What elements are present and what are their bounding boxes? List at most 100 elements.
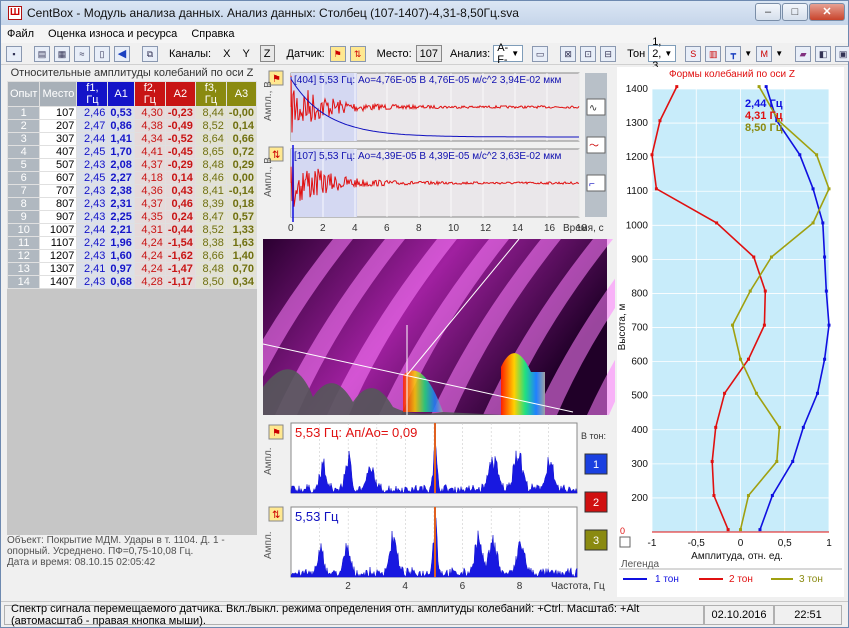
maximize-button[interactable]: □: [782, 3, 808, 21]
save-button[interactable]: ▪: [5, 45, 23, 63]
layout-button[interactable]: ◧: [814, 45, 832, 63]
col-f1[interactable]: f1, Гц: [76, 81, 109, 107]
row-a3: -0,00: [225, 106, 258, 120]
analysis-select[interactable]: A-F- ▼: [493, 42, 524, 66]
mode-bars-button[interactable]: ▥: [704, 45, 722, 63]
table-row[interactable]: 2 207 2,47 0,86 4,38 -0,49 8,52 0,14: [6, 119, 258, 133]
freq-tone-3: 8,50 Гц: [745, 122, 783, 134]
row-a3: 0,66: [225, 132, 258, 146]
tone-1-label: 1: [593, 459, 599, 471]
mode-shape-icon: S: [685, 45, 702, 62]
row-place: 1107: [39, 236, 78, 250]
channel-z-button[interactable]: Z: [259, 45, 275, 62]
table-row[interactable]: 7 707 2,43 2,38 4,36 0,43 8,41 -0,14: [6, 184, 258, 198]
col-f3[interactable]: f3, Гц: [194, 81, 227, 107]
zero-label: 0: [620, 526, 625, 536]
wave-view-button[interactable]: ≈: [73, 45, 91, 63]
mode-ytick: 700: [631, 323, 648, 334]
col-f2[interactable]: f2, Гц: [133, 81, 166, 107]
col-a1[interactable]: A1: [107, 81, 135, 107]
table-row[interactable]: 12 1207 2,43 1,60 4,24 -1,62 8,66 1,40: [6, 249, 258, 263]
row-experiment: 13: [6, 262, 41, 276]
channel-y-button[interactable]: Y: [242, 48, 249, 60]
mark-clear-button[interactable]: ⊟: [599, 45, 617, 63]
legend-tone-3: 3 тон: [799, 574, 823, 585]
table-row[interactable]: 14 1407 2,43 0,68 4,28 -1,17 8,50 0,34: [6, 275, 258, 289]
comment-button[interactable]: ▭: [531, 45, 549, 63]
tone-select[interactable]: 1, 2, 3 ▼: [648, 36, 677, 72]
menu-wear[interactable]: Оценка износа и ресурса: [48, 28, 177, 40]
col-place[interactable]: Место: [39, 81, 78, 107]
row-f3: 8,47: [194, 210, 227, 224]
row-f3: 8,44: [194, 106, 227, 120]
wave-icon: ≈: [74, 45, 90, 62]
row-f1: 2,43: [76, 197, 109, 211]
row-experiment: 6: [6, 171, 41, 185]
row-f2: 4,30: [133, 106, 166, 120]
mode-point: [723, 391, 727, 395]
mark-x-button[interactable]: ⊠: [559, 45, 577, 63]
mark-y-button[interactable]: ⊡: [579, 45, 597, 63]
minimize-button[interactable]: ‒: [755, 3, 781, 21]
row-a3: 0,57: [225, 210, 258, 224]
table-row[interactable]: 4 407 2,45 1,70 4,41 -0,45 8,65 0,72: [6, 145, 258, 159]
import-button[interactable]: ▤: [33, 45, 51, 63]
row-f1: 2,42: [76, 236, 109, 250]
svg-text:⚑: ⚑: [272, 428, 281, 439]
grid-button[interactable]: ▦: [53, 45, 71, 63]
mode-m-button[interactable]: M: [755, 45, 773, 63]
row-experiment: 7: [6, 184, 41, 198]
menu-file[interactable]: Файл: [7, 28, 34, 40]
mode-shape-button[interactable]: S: [684, 45, 702, 63]
col-a3[interactable]: A3: [225, 81, 258, 107]
row-a2: 0,14: [164, 171, 196, 185]
close-button[interactable]: ✕: [809, 3, 845, 21]
table-row[interactable]: 6 607 2,45 2,27 4,18 0,14 8,46 0,00: [6, 171, 258, 185]
book-button[interactable]: ▰: [794, 45, 812, 63]
sensor-ref-button[interactable]: ⚑: [329, 45, 347, 63]
back-button[interactable]: ◀: [113, 45, 131, 63]
row-place: 507: [39, 158, 78, 172]
row-f2: 4,37: [133, 197, 166, 211]
status-time: 22:51: [774, 604, 842, 625]
table-row[interactable]: 9 907 2,43 2,25 4,35 0,24 8,47 0,57: [6, 210, 258, 224]
export-button[interactable]: ▯: [93, 45, 111, 63]
row-experiment: 2: [6, 119, 41, 133]
row-a1: 1,60: [107, 249, 135, 263]
row-a3: 1,63: [225, 236, 258, 250]
col-a2[interactable]: A2: [164, 81, 196, 107]
col-experiment[interactable]: Опыт: [6, 81, 41, 107]
place-field[interactable]: 107: [415, 45, 442, 62]
mark-x-icon: ⊠: [560, 45, 577, 62]
mode-point: [823, 255, 827, 259]
window-button[interactable]: ▣: [834, 45, 849, 63]
status-bar: Спектр сигнала перемещаемого датчика. Вк…: [1, 601, 848, 627]
row-place: 1407: [39, 275, 78, 289]
legend-toggle-checkbox[interactable]: [619, 536, 631, 548]
row-place: 1207: [39, 249, 78, 263]
sensor-label: Датчик:: [286, 47, 325, 60]
row-f2: 4,24: [133, 249, 166, 263]
chevron-down-icon[interactable]: ▼: [775, 49, 783, 58]
mode-point: [746, 494, 750, 498]
chevron-down-icon[interactable]: ▼: [744, 49, 752, 58]
row-a1: 2,27: [107, 171, 135, 185]
tone-2-label: 2: [593, 497, 599, 509]
table-row[interactable]: 13 1307 2,41 0,97 4,24 -1,47 8,48 0,70: [6, 262, 258, 276]
marker-button[interactable]: ┳: [724, 45, 742, 63]
copy-button[interactable]: ⧉: [141, 45, 159, 63]
table-row[interactable]: 8 807 2,43 2,31 4,37 0,46 8,39 0,18: [6, 197, 258, 211]
channel-x-button[interactable]: X: [223, 48, 230, 60]
sensor-move-button[interactable]: ⇅: [349, 45, 367, 63]
mode-ytick: 1200: [626, 152, 649, 163]
table-row[interactable]: 10 1007 2,44 2,21 4,31 -0,44 8,52 1,33: [6, 223, 258, 237]
row-a2: 0,24: [164, 210, 196, 224]
table-row[interactable]: 1 107 2,46 0,53 4,30 -0,23 8,44 -0,00: [6, 106, 258, 120]
mode-ytick: 600: [631, 357, 648, 368]
table-row[interactable]: 11 1107 2,42 1,96 4,24 -1,54 8,38 1,63: [6, 236, 258, 250]
row-f3: 8,39: [194, 197, 227, 211]
table-row[interactable]: 3 307 2,44 1,41 4,34 -0,52 8,64 0,66: [6, 132, 258, 146]
table-row[interactable]: 5 507 2,43 2,08 4,37 -0,29 8,48 0,29: [6, 158, 258, 172]
mode-point: [764, 85, 768, 89]
menu-help[interactable]: Справка: [191, 28, 234, 40]
